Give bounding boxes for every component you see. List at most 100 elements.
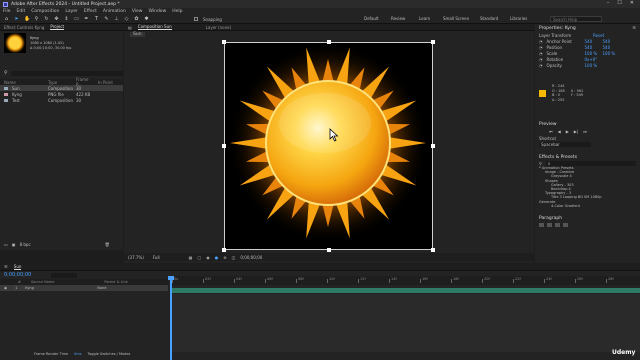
tab-composition-sun[interactable]: Composition Sun [137,24,172,30]
transform-handle[interactable] [222,40,226,44]
tab-project[interactable]: Project [50,24,65,30]
new-comp-icon[interactable]: ▣ [12,242,16,247]
zoom-dropdown[interactable]: (37.7%) [128,255,144,260]
workspace-small-screen[interactable]: Small Screen [443,16,469,21]
playhead[interactable] [170,276,172,360]
toggle-switches[interactable]: Toggle Switches / Modes [88,352,131,356]
transform-handle[interactable] [327,40,331,44]
timeline-search-input[interactable] [51,272,78,278]
color-icon[interactable]: ● [215,255,219,260]
hand-tool-icon[interactable]: ✋ [24,16,30,22]
rectangle-tool-icon[interactable]: ▭ [74,16,79,22]
resolution-dropdown[interactable]: Full [153,255,160,260]
menu-animation[interactable]: Animation [103,9,126,14]
layer-bar[interactable] [170,288,640,293]
transform-value-x[interactable]: 540 [585,45,599,50]
transform-value-y[interactable]: 540 [603,39,611,44]
col-type[interactable]: Type [48,80,72,85]
zoom-tool-icon[interactable]: ⚲ [34,16,39,22]
col-name[interactable]: Name [4,80,44,85]
transform-handle[interactable] [431,40,435,44]
eraser-tool-icon[interactable]: ◇ [124,16,129,22]
text-tool-icon[interactable]: T [94,16,99,22]
breadcrumb-sun[interactable]: Sun [130,31,145,37]
transform-value-y[interactable]: 540 [603,45,611,50]
justify-icon[interactable] [563,223,568,228]
transform-handle[interactable] [222,144,226,148]
pan-tool-icon[interactable]: ✥ [54,16,59,22]
grid-icon[interactable]: ▦ [189,255,193,260]
snapshot-icon[interactable]: ◫ [232,255,236,260]
col-in-point[interactable]: In Point [98,80,113,85]
align-center-icon[interactable] [547,223,552,228]
effects-item[interactable]: 4-Color Gradient [539,204,640,208]
visibility-eye-icon[interactable]: ◉ [4,286,7,290]
effects-search-input[interactable]: s [545,160,636,166]
transform-value[interactable]: 100 % [585,63,598,68]
home-icon[interactable]: ⌂ [4,16,9,22]
close-button[interactable]: ✕ [630,0,634,6]
first-frame-icon[interactable]: ⏮ [549,129,553,134]
search-help-input[interactable]: Search Help [550,16,602,22]
render-queue-icon[interactable]: ≡ [4,265,8,270]
transform-handle[interactable] [431,144,435,148]
workspace-review[interactable]: Review [391,16,405,21]
trash-icon[interactable]: 🗑 [105,242,110,247]
stopwatch-icon[interactable]: ◔ [539,57,543,62]
align-right-icon[interactable] [555,223,560,228]
align-left-icon[interactable] [539,223,544,228]
timeline-timecode[interactable]: 0;00;00;00 [4,272,31,278]
menu-composition[interactable]: Composition [31,9,59,14]
folder-icon[interactable]: ▭ [4,242,8,247]
last-frame-icon[interactable]: ⏭ [583,129,587,134]
transform-handle[interactable] [222,248,226,252]
layer-row-kyng[interactable]: ◉ 1 Kyng None [0,285,168,291]
roto-brush-icon[interactable]: ✿ [134,16,139,22]
mask-icon[interactable]: ▢ [197,255,201,260]
orbit-tool-icon[interactable]: ↻ [44,16,49,22]
menu-window[interactable]: Window [149,9,167,14]
snapping-checkbox[interactable] [194,17,198,21]
selection-tool-icon[interactable]: ➤ [14,16,19,22]
lock-icon[interactable]: ▤ [128,25,132,30]
bpc-label[interactable]: 8 bpc [20,242,31,247]
prev-frame-icon[interactable]: ◀ [558,129,561,134]
workspace-learn[interactable]: Learn [419,16,430,21]
maximize-button[interactable]: ☐ [617,0,621,6]
stopwatch-icon[interactable]: ◔ [539,63,543,68]
transform-value-x[interactable]: 540 [585,39,599,44]
panel-menu-icon[interactable]: ≡ [632,26,636,31]
menu-file[interactable]: File [3,9,11,14]
menu-layer[interactable]: Layer [65,9,78,14]
play-icon[interactable]: ▶ [566,129,569,134]
tab-layer-none[interactable]: Layer (none) [206,25,232,30]
playhead-handle[interactable] [168,276,174,280]
transform-value-y[interactable]: 100 % [603,51,616,56]
clone-stamp-icon[interactable]: ⊥ [114,16,119,22]
menu-help[interactable]: Help [172,9,182,14]
minimize-button[interactable]: – [607,0,610,6]
workspace-default[interactable]: Default [364,16,379,21]
col-parent-link[interactable]: Parent & Link [104,280,127,284]
workspace-libraries[interactable]: Libraries [510,16,527,21]
transform-handle[interactable] [327,248,331,252]
transform-handle[interactable] [431,248,435,252]
transform-value-x[interactable]: 100 % [585,51,599,56]
menu-edit[interactable]: Edit [17,9,26,14]
reset-button[interactable]: Reset [593,33,604,38]
comp-timecode[interactable]: 0;00;00;00 [240,255,262,260]
puppet-tool-icon[interactable]: ✱ [144,16,149,22]
stopwatch-icon[interactable]: ◔ [539,51,543,56]
layer-parent[interactable]: None [97,286,106,290]
workspace-standard[interactable]: Standard [480,16,498,21]
col-source-name[interactable]: Source Name [31,280,54,284]
stopwatch-icon[interactable]: ◔ [539,45,543,50]
next-frame-icon[interactable]: ▶| [574,129,578,134]
exposure-icon[interactable]: ⊕ [223,255,226,260]
transform-value[interactable]: 0x+0° [585,57,598,62]
brush-tool-icon[interactable]: ✎ [104,16,109,22]
pen-tool-icon[interactable]: ✒ [84,16,89,22]
camera-icon[interactable]: ◉ [206,255,210,260]
timeline-track-area[interactable] [170,294,640,352]
tab-sun[interactable]: Sun [13,264,22,270]
